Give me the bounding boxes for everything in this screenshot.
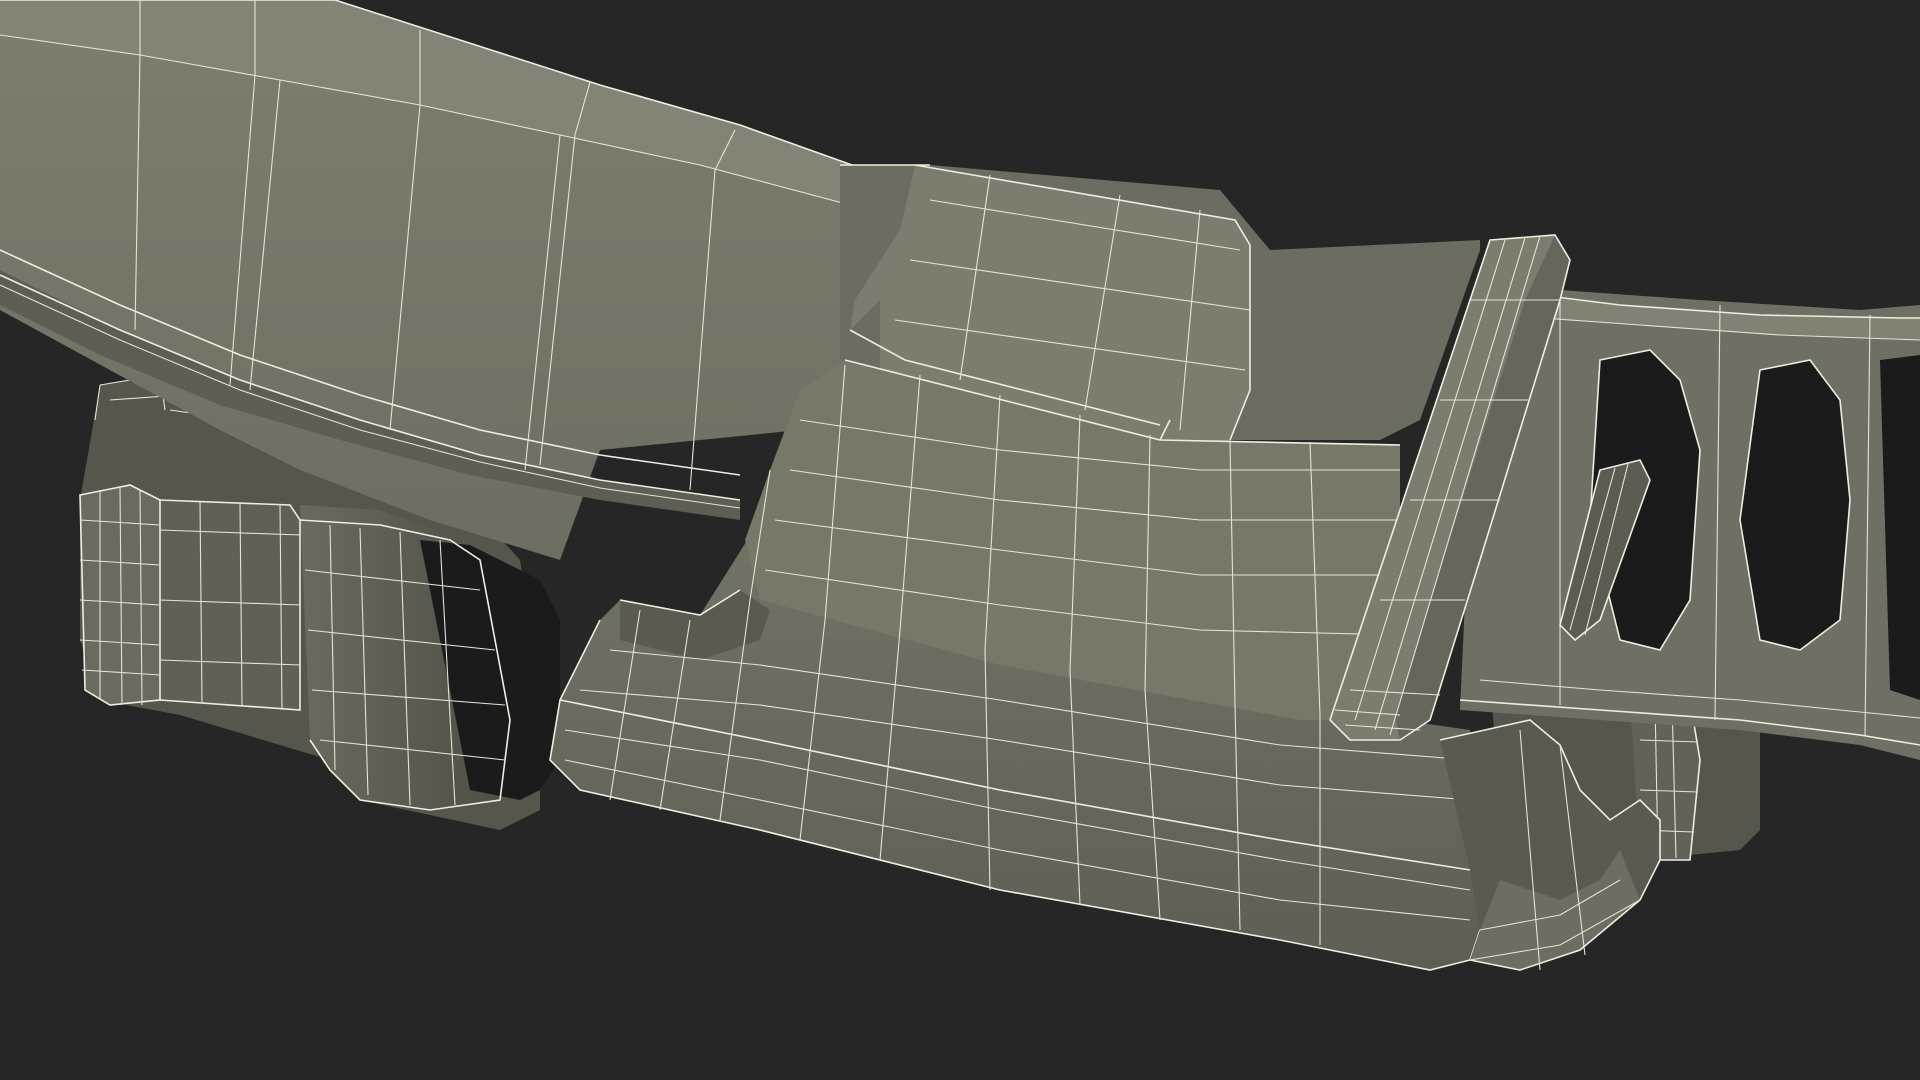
- buckle-front-slider: [549, 359, 1481, 971]
- render-viewport: [0, 0, 1920, 1080]
- wireframe-model: [0, 0, 1920, 971]
